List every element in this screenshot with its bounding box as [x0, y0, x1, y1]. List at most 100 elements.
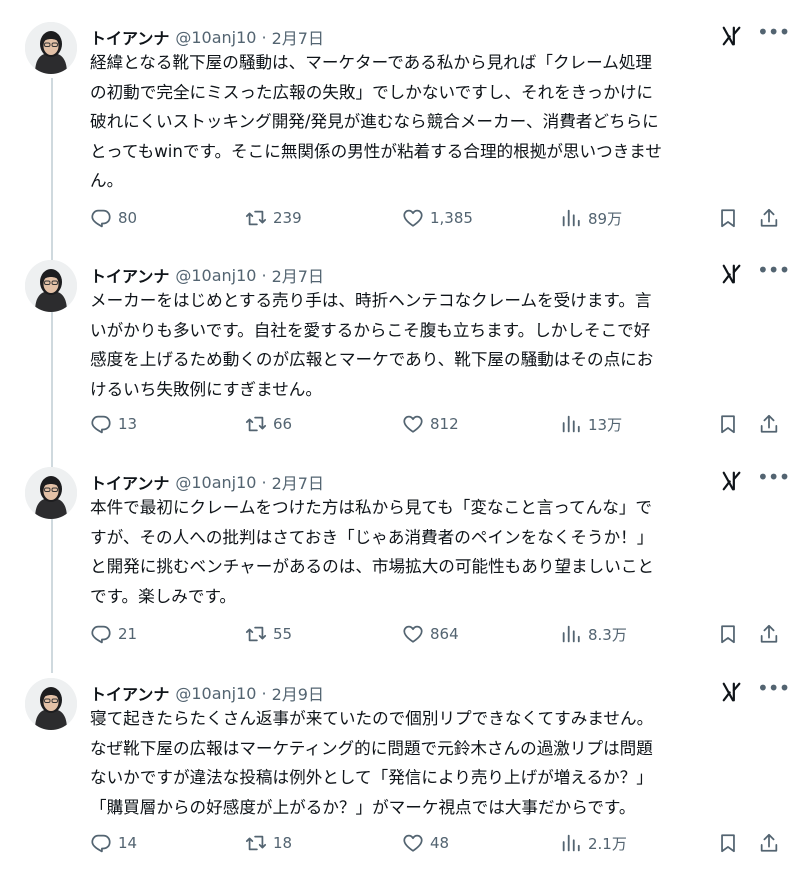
- like-count: 1,385: [430, 209, 473, 227]
- retweet-button[interactable]: 239: [245, 207, 302, 229]
- bookmark-button[interactable]: [717, 207, 745, 229]
- separator-dot: ·: [261, 683, 267, 703]
- tweet-actions: 21 55 864 8.3万: [90, 623, 790, 647]
- separator-dot: ·: [261, 27, 267, 47]
- grok-icon[interactable]: [721, 681, 743, 703]
- author-name[interactable]: トイアンナ: [90, 263, 169, 287]
- tweet-text: 経緯となる靴下屋の騒動は、マーケターである私から見れば「クレーム処理 の初動で完…: [90, 53, 662, 190]
- retweet-icon: [245, 416, 267, 432]
- views-count: 2.1万: [588, 834, 627, 853]
- views-button[interactable]: 89万: [560, 207, 622, 229]
- views-count: 13万: [588, 415, 623, 434]
- retweet-icon: [245, 626, 267, 642]
- tweet-header: トイアンナ @10anj10 · 2月7日: [90, 469, 324, 495]
- tweet-date[interactable]: 2月7日: [272, 263, 324, 287]
- views-icon: [562, 415, 580, 433]
- like-button[interactable]: 48: [402, 832, 449, 854]
- tweet-text: 本件で最初にクレームをつけた方は私から見ても「変なこと言ってんな」で すが、その…: [90, 498, 655, 606]
- avatar[interactable]: [25, 467, 77, 519]
- like-count: 864: [430, 625, 459, 643]
- retweet-button[interactable]: 55: [245, 623, 292, 645]
- avatar[interactable]: [25, 260, 77, 312]
- views-button[interactable]: 2.1万: [560, 832, 627, 854]
- grok-icon[interactable]: [721, 470, 743, 492]
- reply-button[interactable]: 80: [90, 207, 137, 229]
- more-icon[interactable]: •••: [757, 678, 790, 703]
- views-button[interactable]: 13万: [560, 413, 622, 435]
- tweet-actions: 80 239 1,385 89万: [90, 207, 790, 231]
- avatar-photo: [25, 260, 77, 312]
- reply-button[interactable]: 21: [90, 623, 137, 645]
- bookmark-button[interactable]: [717, 832, 745, 854]
- share-button[interactable]: [758, 413, 786, 435]
- author-handle[interactable]: @10anj10: [175, 28, 256, 47]
- tweet-date[interactable]: 2月7日: [272, 470, 324, 494]
- like-button[interactable]: 864: [402, 623, 459, 645]
- like-button[interactable]: 1,385: [402, 207, 473, 229]
- like-count: 812: [430, 415, 459, 433]
- heart-icon: [403, 415, 423, 433]
- author-handle[interactable]: @10anj10: [175, 684, 256, 703]
- retweet-icon: [245, 210, 267, 226]
- tweet-header: トイアンナ @10anj10 · 2月9日: [90, 680, 324, 706]
- more-icon[interactable]: •••: [757, 22, 790, 47]
- retweet-count: 66: [273, 415, 293, 433]
- views-icon: [562, 209, 580, 227]
- like-count: 48: [430, 834, 450, 852]
- reply-button[interactable]: 14: [90, 832, 137, 854]
- bookmark-icon: [721, 415, 735, 434]
- reply-icon: [91, 625, 111, 644]
- views-count: 8.3万: [588, 625, 627, 644]
- share-icon: [760, 208, 778, 227]
- reply-button[interactable]: 13: [90, 413, 137, 435]
- bookmark-icon: [721, 625, 735, 644]
- separator-dot: ·: [261, 265, 267, 285]
- author-name[interactable]: トイアンナ: [90, 470, 169, 494]
- reply-icon: [91, 209, 111, 228]
- heart-icon: [403, 209, 423, 227]
- retweet-button[interactable]: 18: [245, 832, 292, 854]
- author-handle[interactable]: @10anj10: [175, 266, 256, 285]
- author-name[interactable]: トイアンナ: [90, 681, 169, 705]
- separator-dot: ·: [261, 472, 267, 492]
- avatar[interactable]: [25, 22, 77, 74]
- share-button[interactable]: [758, 207, 786, 229]
- share-icon: [760, 833, 778, 852]
- reply-icon: [91, 834, 111, 853]
- grok-icon[interactable]: [721, 263, 743, 285]
- reply-count: 80: [118, 209, 138, 227]
- reply-icon: [91, 415, 111, 434]
- views-icon: [562, 625, 580, 643]
- tweet-date[interactable]: 2月7日: [272, 25, 324, 49]
- avatar-photo: [25, 467, 77, 519]
- share-button[interactable]: [758, 623, 786, 645]
- share-button[interactable]: [758, 832, 786, 854]
- avatar-photo: [25, 22, 77, 74]
- reply-count: 14: [118, 834, 138, 852]
- thread-connector-line: [51, 78, 53, 673]
- like-button[interactable]: 812: [402, 413, 459, 435]
- reply-count: 21: [118, 625, 138, 643]
- author-name[interactable]: トイアンナ: [90, 25, 169, 49]
- tweet-header: トイアンナ @10anj10 · 2月7日: [90, 24, 324, 50]
- retweet-button[interactable]: 66: [245, 413, 292, 435]
- retweet-count: 55: [273, 625, 293, 643]
- tweet-date[interactable]: 2月9日: [272, 681, 324, 705]
- more-icon[interactable]: •••: [757, 467, 790, 492]
- heart-icon: [403, 834, 423, 852]
- bookmark-button[interactable]: [717, 623, 745, 645]
- bookmark-button[interactable]: [717, 413, 745, 435]
- views-button[interactable]: 8.3万: [560, 623, 627, 645]
- more-icon[interactable]: •••: [757, 260, 790, 285]
- bookmark-icon: [721, 834, 735, 853]
- tweet-text: メーカーをはじめとする売り手は、時折ヘンテコなクレームを受けます。言 いがかりも…: [90, 291, 654, 399]
- views-count: 89万: [588, 209, 623, 228]
- share-icon: [760, 624, 778, 643]
- retweet-count: 239: [273, 209, 302, 227]
- grok-icon[interactable]: [721, 25, 743, 47]
- retweet-count: 18: [273, 834, 293, 852]
- share-icon: [760, 414, 778, 433]
- avatar[interactable]: [25, 678, 77, 730]
- heart-icon: [403, 625, 423, 643]
- author-handle[interactable]: @10anj10: [175, 473, 256, 492]
